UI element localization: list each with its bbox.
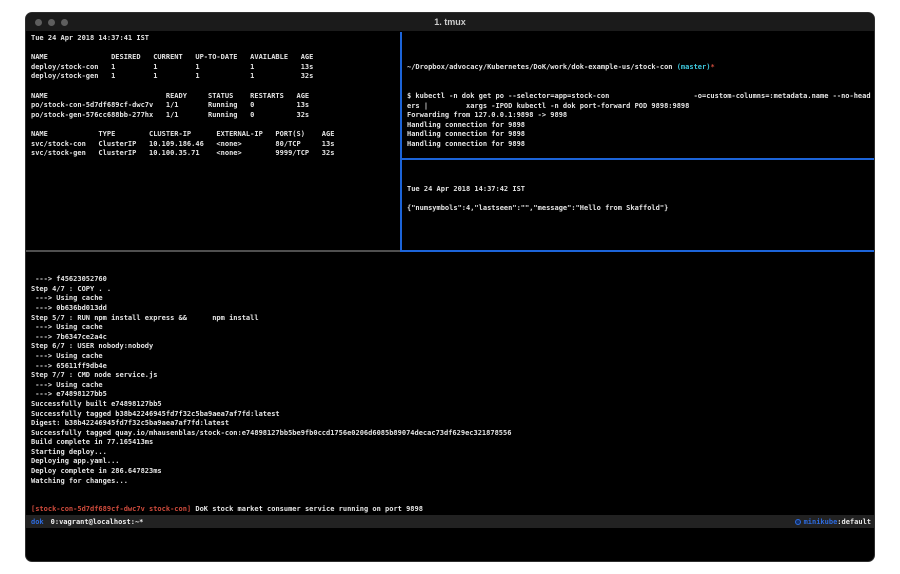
tmux-status-bar: dok 0:vagrant@localhost:~* minikube :def… bbox=[26, 515, 875, 528]
window-label[interactable]: 0:vagrant@localhost:~* bbox=[51, 518, 144, 526]
window-titlebar[interactable]: 1. tmux bbox=[26, 13, 874, 32]
pod-log-prefix: [stock-con-5d7df689cf-dwc7v stock-con] bbox=[31, 505, 191, 513]
kube-context-name: minikube bbox=[804, 518, 838, 526]
docker-build-output: ---> f45623052760 Step 4/7 : COPY . . --… bbox=[31, 275, 875, 486]
session-name[interactable]: dok bbox=[31, 518, 44, 526]
service-response-output: Tue 24 Apr 2018 14:37:42 IST {"numsymbol… bbox=[407, 185, 875, 214]
pane-port-forward[interactable]: ~/Dropbox/advocacy/Kubernetes/DoK/work/d… bbox=[402, 32, 875, 158]
kube-namespace: :default bbox=[837, 518, 871, 526]
pane-service-response[interactable]: Tue 24 Apr 2018 14:37:42 IST {"numsymbol… bbox=[402, 160, 875, 250]
git-dirty-flag: * bbox=[710, 63, 714, 71]
pod-log-line: [stock-con-5d7df689cf-dwc7v stock-con] D… bbox=[31, 505, 875, 515]
kube-context-icon bbox=[795, 519, 801, 525]
window-title: 1. tmux bbox=[26, 13, 874, 32]
pane-skaffold-build[interactable]: ---> f45623052760 Step 4/7 : COPY . . --… bbox=[26, 252, 875, 515]
pod-log-message: DoK stock market consumer service runnin… bbox=[191, 505, 423, 513]
cwd-path: ~/Dropbox/advocacy/Kubernetes/DoK/work/d… bbox=[407, 63, 677, 71]
shell-prompt-line: ~/Dropbox/advocacy/Kubernetes/DoK/work/d… bbox=[407, 63, 875, 73]
port-forward-output: $ kubectl -n dok get po --selector=app=s… bbox=[407, 92, 875, 150]
tmux-content: Tue 24 Apr 2018 14:37:41 IST NAME DESIRE… bbox=[26, 32, 875, 562]
terminal-window: 1. tmux Tue 24 Apr 2018 14:37:41 IST NAM… bbox=[25, 12, 875, 562]
pane-kubectl-resources[interactable]: Tue 24 Apr 2018 14:37:41 IST NAME DESIRE… bbox=[26, 32, 400, 250]
git-branch-label: (master) bbox=[677, 63, 711, 71]
